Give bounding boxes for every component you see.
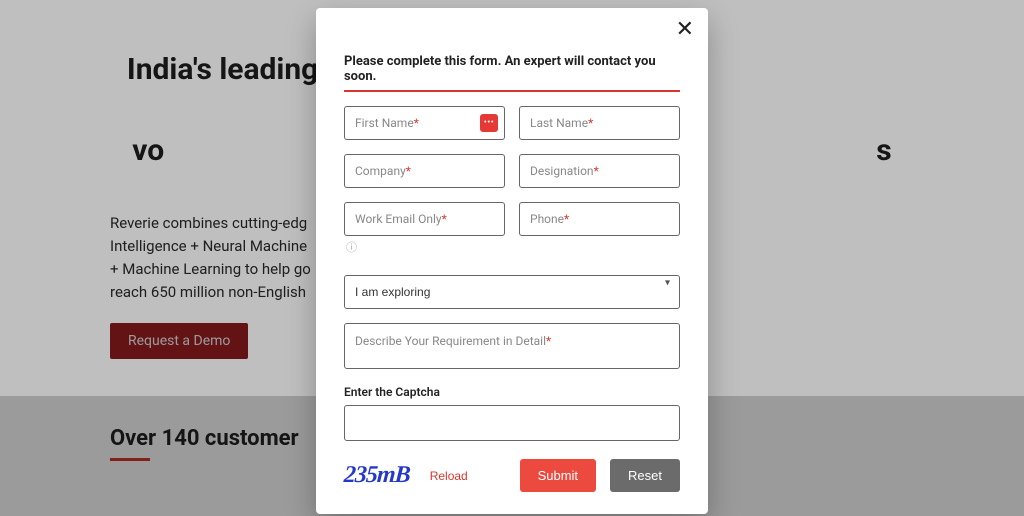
company-input[interactable] — [355, 164, 494, 178]
first-name-input[interactable] — [355, 116, 494, 130]
modal-title: Please complete this form. An expert wil… — [344, 54, 680, 92]
email-field[interactable]: Work Email Only* — [344, 202, 505, 236]
last-name-input[interactable] — [530, 116, 669, 130]
password-manager-icon[interactable] — [480, 114, 498, 132]
captcha-label: Enter the Captcha — [344, 385, 680, 399]
designation-field[interactable]: Designation* — [519, 154, 680, 188]
reset-button[interactable]: Reset — [610, 459, 680, 492]
reload-captcha-button[interactable]: Reload — [430, 469, 468, 483]
submit-button[interactable]: Submit — [520, 459, 596, 492]
captcha-image: 235mB — [343, 462, 411, 489]
requirement-textarea[interactable]: Describe Your Requirement in Detail* — [344, 323, 680, 369]
exploring-select[interactable]: I am exploring — [344, 275, 680, 309]
phone-field[interactable]: Phone* — [519, 202, 680, 236]
requirement-placeholder: Describe Your Requirement in Detail* — [355, 334, 551, 348]
first-name-field[interactable]: First Name* — [344, 106, 505, 140]
close-icon[interactable]: ✕ — [676, 18, 694, 40]
company-field[interactable]: Company* — [344, 154, 505, 188]
designation-input[interactable] — [530, 164, 669, 178]
info-icon: ⓘ — [344, 239, 680, 255]
captcha-input[interactable] — [344, 405, 680, 441]
phone-input[interactable] — [530, 212, 669, 226]
last-name-field[interactable]: Last Name* — [519, 106, 680, 140]
email-input[interactable] — [355, 212, 494, 226]
contact-form-modal: ✕ Please complete this form. An expert w… — [316, 8, 708, 514]
